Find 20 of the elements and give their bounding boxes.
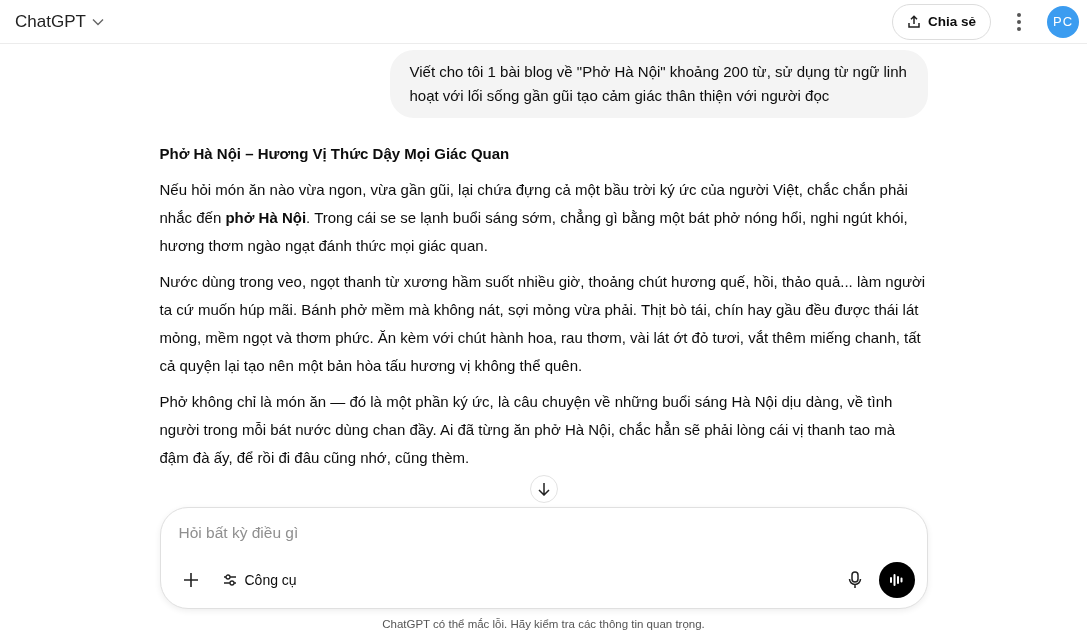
user-message: Viết cho tôi 1 bài blog về "Phở Hà Nội" khoảng 200 từ, sử dụng từ ngữ linh hoạt với lối sống gần gũi tạo cảm giác thân thiện với người đọc xyxy=(389,50,928,118)
response-paragraph: Phở không chỉ là món ăn — đó là một phần ký ức, là câu chuyện về những buổi sáng Hà Nội dịu dàng, về tình người trong mỗi bát nước dùng chan đầy. Ai đã từng ăn phở Hà Nội, chắc hẳn sẽ phải lòng cái vị thanh tao mà đậm đà ấy, để rồi đi đâu cũng nhớ, cũng thèm. xyxy=(159,392,897,468)
waveform-icon xyxy=(888,573,905,587)
upload-icon xyxy=(906,14,921,29)
plus-icon xyxy=(182,572,199,588)
microphone-icon xyxy=(847,571,862,589)
app-title: ChatGPT xyxy=(15,11,86,32)
chevron-down-icon xyxy=(91,17,104,26)
response-heading: Phở Hà Nội – Hương Vị Thức Dậy Mọi Giác Quan xyxy=(159,144,511,164)
message-input[interactable]: Hỏi bất kỳ điều gì xyxy=(172,520,911,546)
voice-mode-button[interactable] xyxy=(878,562,915,598)
disclaimer-text: ChatGPT có thể mắc lỗi. Hãy kiểm tra các thông tin quan trọng. xyxy=(381,617,706,632)
sliders-icon xyxy=(222,573,237,587)
tools-button[interactable]: Công cụ xyxy=(214,562,305,598)
response-paragraph: Nếu hỏi món ăn nào vừa ngon, vừa gần gũi, lại chứa đựng cả một bầu trời ký ức của người Việt, chắc chắn phải nhắc đến phở Hà Nội. Trong cái se se lạnh buổi sáng sớm, chẳng gì bằng một bát phở nóng hổi, nghi ngút khói, hương thơm ngào ngạt đánh thức mọi giác quan. xyxy=(159,180,909,256)
response-paragraph: Nước dùng trong veo, ngọt thanh từ xương hầm suốt nhiều giờ, thoảng chút hương quế, hồi, thảo quả... làm người ta cứ muốn húp mãi. Bánh phở mềm mà không nát, sợi mỏng vừa phải. Thịt bò tái, chín hay gầu đều được thái lát mỏng, mềm ngọt và thơm phức. Ăn kèm với chút hành hoa, rau thơm, vài lát ớt đỏ tươi, vắt thêm miếng chanh, tất cả quyện lại tạo nên một bản hòa tấu hương vị không thể quên. xyxy=(159,272,927,376)
scroll-down-button[interactable] xyxy=(529,475,558,503)
model-selector[interactable]: ChatGPT xyxy=(6,5,113,38)
more-icon xyxy=(1017,12,1021,31)
arrow-down-icon xyxy=(537,482,550,496)
